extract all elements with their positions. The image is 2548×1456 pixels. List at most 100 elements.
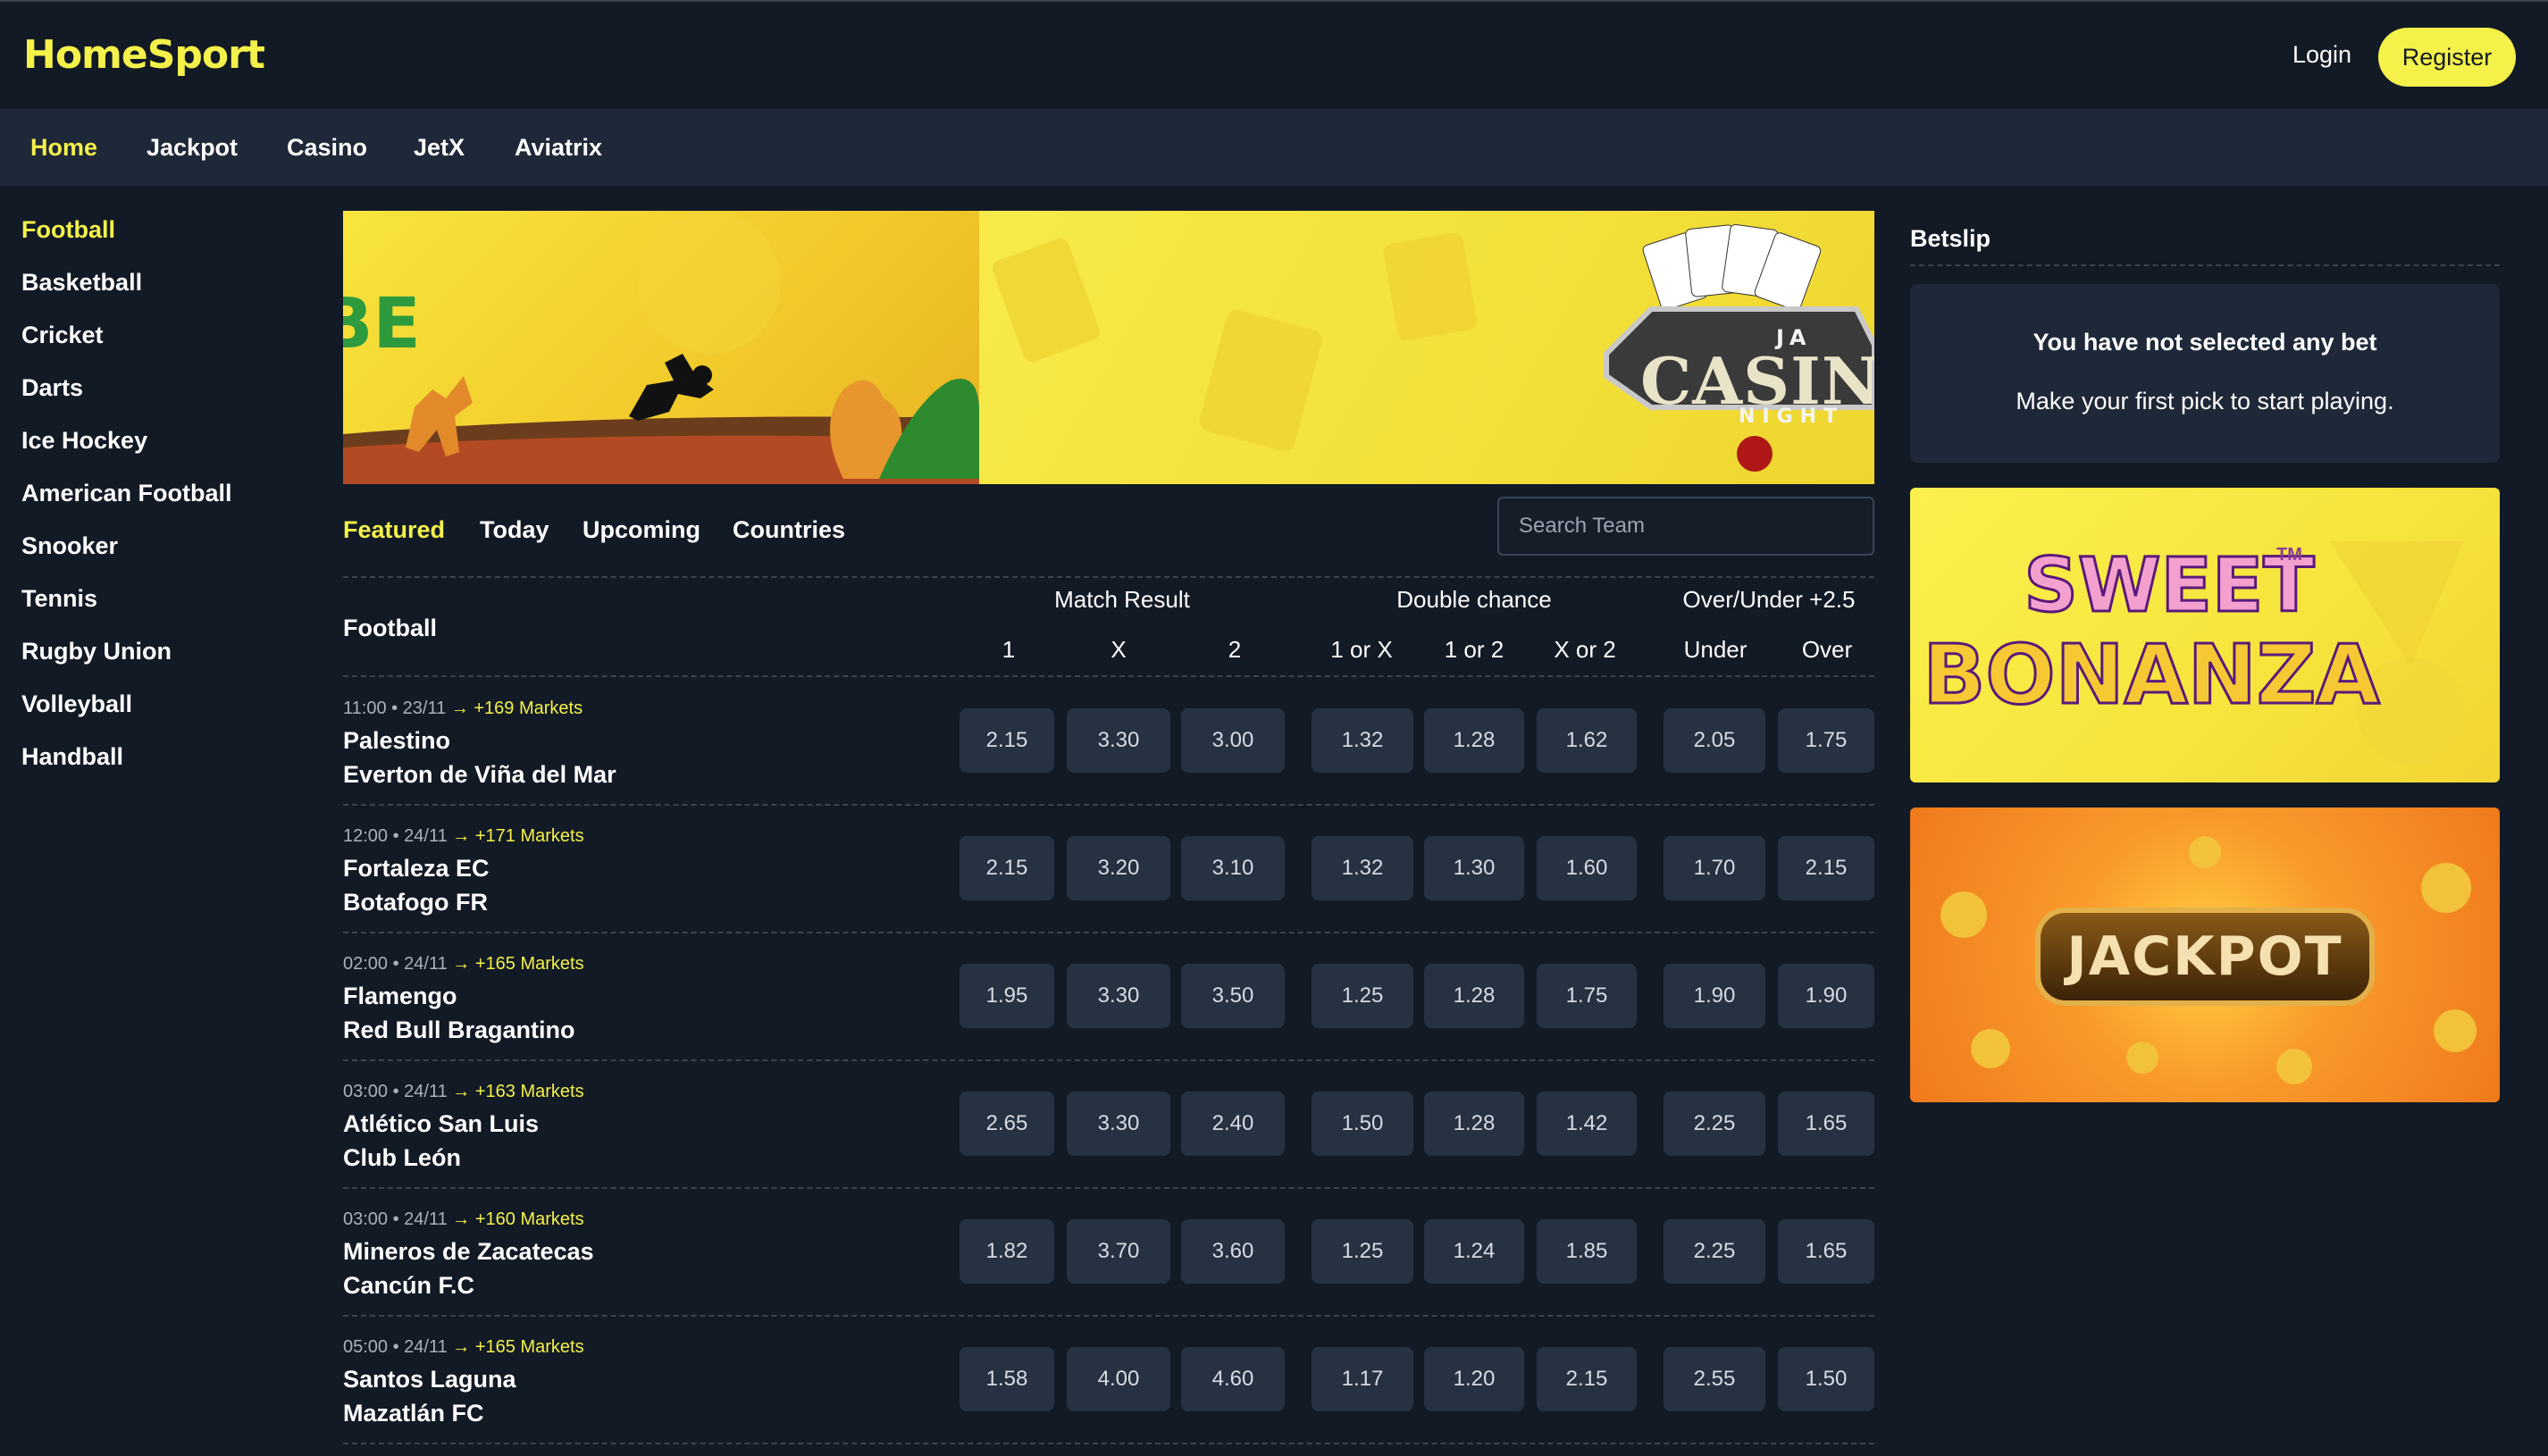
- nav-item-home[interactable]: Home: [30, 134, 97, 162]
- more-markets-link[interactable]: +165 Markets: [475, 1337, 584, 1357]
- logo[interactable]: HomeSport: [23, 32, 265, 78]
- sidebar-item-american-football[interactable]: American Football: [21, 480, 232, 507]
- tab-countries[interactable]: Countries: [733, 516, 845, 544]
- odds-button-1[interactable]: 1.95: [960, 964, 1054, 1028]
- odds-button-2[interactable]: 3.60: [1181, 1219, 1285, 1284]
- odds-button-1-or-2[interactable]: 1.28: [1424, 964, 1524, 1028]
- home-team[interactable]: Palestino: [343, 727, 450, 755]
- nav-item-aviatrix[interactable]: Aviatrix: [515, 134, 602, 162]
- odds-button-1-or-2[interactable]: 1.28: [1424, 1092, 1524, 1156]
- more-markets-link[interactable]: +165 Markets: [475, 954, 584, 974]
- odds-button-1[interactable]: 2.15: [960, 708, 1054, 773]
- odds-button-under[interactable]: 2.55: [1664, 1347, 1765, 1411]
- register-button[interactable]: Register: [2378, 28, 2516, 87]
- sidebar-item-basketball[interactable]: Basketball: [21, 269, 142, 297]
- promo-sweet-bonanza[interactable]: SWEET BONANZA TM: [1910, 488, 2500, 782]
- odds-button-1[interactable]: 1.82: [960, 1219, 1054, 1284]
- odds-button-2[interactable]: 3.50: [1181, 964, 1285, 1028]
- col-header-1-or-2: 1 or 2: [1444, 636, 1504, 663]
- odds-button-x[interactable]: 3.30: [1067, 964, 1170, 1028]
- nav-item-casino[interactable]: Casino: [287, 134, 367, 162]
- odds-button-1[interactable]: 2.65: [960, 1092, 1054, 1156]
- sidebar-item-volleyball[interactable]: Volleyball: [21, 690, 132, 718]
- home-team[interactable]: Flamengo: [343, 983, 457, 1010]
- home-team[interactable]: Santos Laguna: [343, 1366, 516, 1393]
- sidebar-item-football[interactable]: Football: [21, 216, 115, 244]
- arrow-right-icon: →: [452, 1337, 471, 1357]
- odds-button-x[interactable]: 4.00: [1067, 1347, 1170, 1411]
- odds-button-x-or-2[interactable]: 1.42: [1537, 1092, 1637, 1156]
- odds-button-x[interactable]: 3.70: [1067, 1219, 1170, 1284]
- odds-button-over[interactable]: 1.50: [1778, 1347, 1874, 1411]
- home-team[interactable]: Mineros de Zacatecas: [343, 1238, 594, 1266]
- odds-button-x-or-2[interactable]: 2.15: [1537, 1347, 1637, 1411]
- away-team[interactable]: Everton de Viña del Mar: [343, 761, 616, 789]
- more-markets-link[interactable]: +169 Markets: [474, 699, 583, 718]
- odds-button-2[interactable]: 3.00: [1181, 708, 1285, 773]
- odds-button-1-or-x[interactable]: 1.17: [1312, 1347, 1413, 1411]
- match-time: 11:00 • 23/11: [343, 699, 447, 718]
- odds-button-over[interactable]: 1.65: [1778, 1219, 1874, 1284]
- odds-button-1-or-2[interactable]: 1.24: [1424, 1219, 1524, 1284]
- sidebar-item-snooker[interactable]: Snooker: [21, 532, 118, 560]
- sidebar-item-ice-hockey[interactable]: Ice Hockey: [21, 427, 147, 455]
- odds-button-1-or-x[interactable]: 1.25: [1312, 1219, 1413, 1284]
- odds-button-over[interactable]: 1.75: [1778, 708, 1874, 773]
- odds-button-over[interactable]: 1.65: [1778, 1092, 1874, 1156]
- tab-featured[interactable]: Featured: [343, 516, 445, 544]
- odds-button-x-or-2[interactable]: 1.62: [1537, 708, 1637, 773]
- odds-button-under[interactable]: 2.25: [1664, 1092, 1765, 1156]
- sidebar-item-handball[interactable]: Handball: [21, 743, 123, 771]
- odds-button-1-or-x[interactable]: 1.32: [1312, 836, 1413, 900]
- odds-button-x-or-2[interactable]: 1.75: [1537, 964, 1637, 1028]
- tab-today[interactable]: Today: [480, 516, 549, 544]
- login-button[interactable]: Login: [2292, 41, 2351, 69]
- away-team[interactable]: Club León: [343, 1144, 461, 1172]
- odds-button-1[interactable]: 1.58: [960, 1347, 1054, 1411]
- divider: [343, 576, 1874, 578]
- sidebar-item-cricket[interactable]: Cricket: [21, 322, 104, 349]
- nav-item-jetx[interactable]: JetX: [414, 134, 465, 162]
- odds-button-over[interactable]: 1.90: [1778, 964, 1874, 1028]
- more-markets-link[interactable]: +163 Markets: [475, 1082, 584, 1101]
- sidebar-item-rugby-union[interactable]: Rugby Union: [21, 638, 172, 665]
- odds-button-1-or-2[interactable]: 1.28: [1424, 708, 1524, 773]
- promo-banner[interactable]: BE JA CASINO: [343, 211, 1874, 484]
- odds-button-1-or-2[interactable]: 1.30: [1424, 836, 1524, 900]
- odds-button-2[interactable]: 3.10: [1181, 836, 1285, 900]
- odds-button-1[interactable]: 2.15: [960, 836, 1054, 900]
- search-team-input[interactable]: Search Team: [1497, 497, 1874, 556]
- odds-button-1-or-x[interactable]: 1.32: [1312, 708, 1413, 773]
- odds-button-1-or-2[interactable]: 1.20: [1424, 1347, 1524, 1411]
- betslip-title: Betslip: [1910, 225, 1991, 252]
- odds-button-x-or-2[interactable]: 1.60: [1537, 836, 1637, 900]
- odds-button-x-or-2[interactable]: 1.85: [1537, 1219, 1637, 1284]
- arrow-right-icon: →: [450, 699, 469, 718]
- more-markets-link[interactable]: +171 Markets: [475, 826, 584, 846]
- odds-button-under[interactable]: 1.90: [1664, 964, 1765, 1028]
- odds-button-x[interactable]: 3.20: [1067, 836, 1170, 900]
- odds-button-x[interactable]: 3.30: [1067, 1092, 1170, 1156]
- away-team[interactable]: Botafogo FR: [343, 889, 488, 916]
- sidebar-item-tennis[interactable]: Tennis: [21, 585, 97, 613]
- odds-button-under[interactable]: 2.25: [1664, 1219, 1765, 1284]
- tab-upcoming[interactable]: Upcoming: [583, 516, 700, 544]
- sidebar-item-darts[interactable]: Darts: [21, 374, 83, 402]
- odds-button-2[interactable]: 4.60: [1181, 1347, 1285, 1411]
- home-team[interactable]: Atlético San Luis: [343, 1110, 539, 1138]
- odds-button-under[interactable]: 1.70: [1664, 836, 1765, 900]
- odds-button-1-or-x[interactable]: 1.25: [1312, 964, 1413, 1028]
- match-time: 02:00 • 24/11: [343, 954, 448, 974]
- away-team[interactable]: Cancún F.C: [343, 1272, 474, 1300]
- odds-button-under[interactable]: 2.05: [1664, 708, 1765, 773]
- odds-button-x[interactable]: 3.30: [1067, 708, 1170, 773]
- away-team[interactable]: Mazatlán FC: [343, 1400, 484, 1427]
- odds-button-1-or-x[interactable]: 1.50: [1312, 1092, 1413, 1156]
- more-markets-link[interactable]: +160 Markets: [475, 1209, 584, 1229]
- away-team[interactable]: Red Bull Bragantino: [343, 1017, 575, 1044]
- home-team[interactable]: Fortaleza EC: [343, 855, 490, 883]
- promo-jackpot[interactable]: JACKPOT: [1910, 807, 2500, 1102]
- odds-button-2[interactable]: 2.40: [1181, 1092, 1285, 1156]
- odds-button-over[interactable]: 2.15: [1778, 836, 1874, 900]
- nav-item-jackpot[interactable]: Jackpot: [147, 134, 238, 162]
